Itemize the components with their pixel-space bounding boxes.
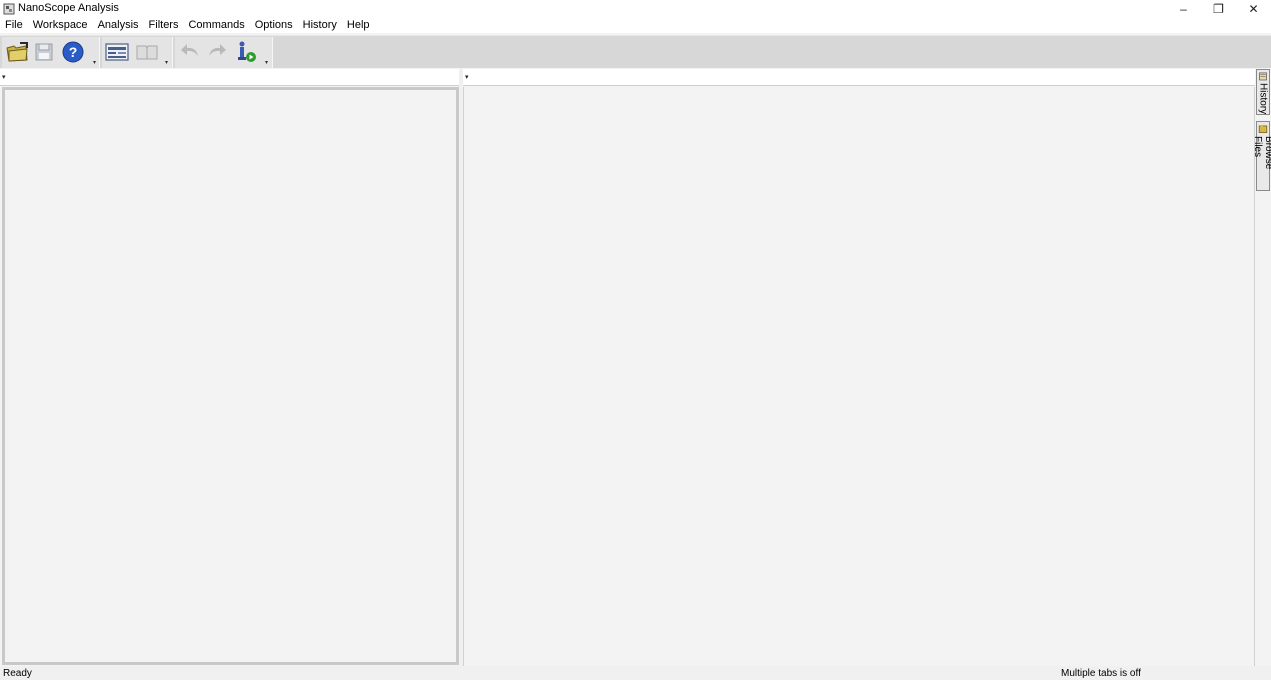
menu-commands[interactable]: Commands — [183, 17, 249, 33]
status-bar: Ready Multiple tabs is off — [0, 666, 1271, 680]
left-panel-dropdown-icon[interactable]: ▾ — [2, 73, 6, 81]
help-icon[interactable]: ? — [61, 40, 85, 64]
toolbar: ? ▾ ▾ ▾ — [0, 35, 1271, 68]
toolbar-group-file: ? ▾ — [2, 37, 100, 68]
side-tab-strip: History Browse Files — [1252, 69, 1271, 666]
redo-icon[interactable] — [205, 40, 229, 64]
left-workspace-panel[interactable] — [2, 87, 459, 665]
toolbar-dropdown-1[interactable]: ▾ — [93, 60, 99, 66]
menu-bar: File Workspace Analysis Filters Commands… — [0, 17, 1271, 33]
right-panel-header: ▾ — [463, 69, 1255, 86]
right-panel-dropdown-icon[interactable]: ▾ — [465, 73, 469, 81]
app-icon — [3, 3, 15, 14]
title-bar: NanoScope Analysis – ❐ ✕ — [0, 0, 1271, 17]
menu-file[interactable]: File — [0, 17, 28, 33]
toolbar-dropdown-2[interactable]: ▾ — [165, 60, 171, 66]
right-workspace-panel[interactable] — [463, 87, 1255, 666]
menu-history[interactable]: History — [298, 17, 342, 33]
run-script-icon[interactable] — [234, 40, 258, 64]
tabs-status-text: Multiple tabs is off — [1061, 668, 1141, 679]
view-toggle-icon[interactable] — [105, 40, 129, 64]
browse-files-tab-label: Browse Files — [1252, 135, 1271, 169]
toolbar-group-view: ▾ — [102, 37, 173, 68]
save-icon[interactable] — [32, 40, 56, 64]
svg-text:?: ? — [69, 44, 78, 60]
history-icon — [1259, 72, 1267, 81]
menu-options[interactable]: Options — [250, 17, 298, 33]
toolbar-group-edit: ▾ — [175, 37, 273, 68]
left-panel-header: ▾ — [0, 69, 459, 86]
restore-button[interactable]: ❐ — [1201, 0, 1236, 17]
menu-analysis[interactable]: Analysis — [93, 17, 144, 33]
book-icon[interactable] — [135, 40, 159, 64]
close-button[interactable]: ✕ — [1236, 0, 1271, 17]
undo-icon[interactable] — [178, 40, 202, 64]
history-tab-label: History — [1257, 82, 1269, 114]
history-tab[interactable]: History — [1256, 69, 1270, 115]
window-controls: – ❐ ✕ — [1166, 0, 1271, 17]
browse-files-icon — [1258, 124, 1268, 133]
status-text: Ready — [3, 668, 32, 679]
minimize-button[interactable]: – — [1166, 0, 1201, 17]
menu-help[interactable]: Help — [342, 17, 375, 33]
menu-filters[interactable]: Filters — [144, 17, 184, 33]
window-title: NanoScope Analysis — [18, 2, 119, 14]
open-folder-icon[interactable] — [5, 40, 29, 64]
menu-workspace[interactable]: Workspace — [28, 17, 93, 33]
browse-files-tab[interactable]: Browse Files — [1252, 121, 1271, 191]
toolbar-dropdown-3[interactable]: ▾ — [265, 60, 271, 66]
